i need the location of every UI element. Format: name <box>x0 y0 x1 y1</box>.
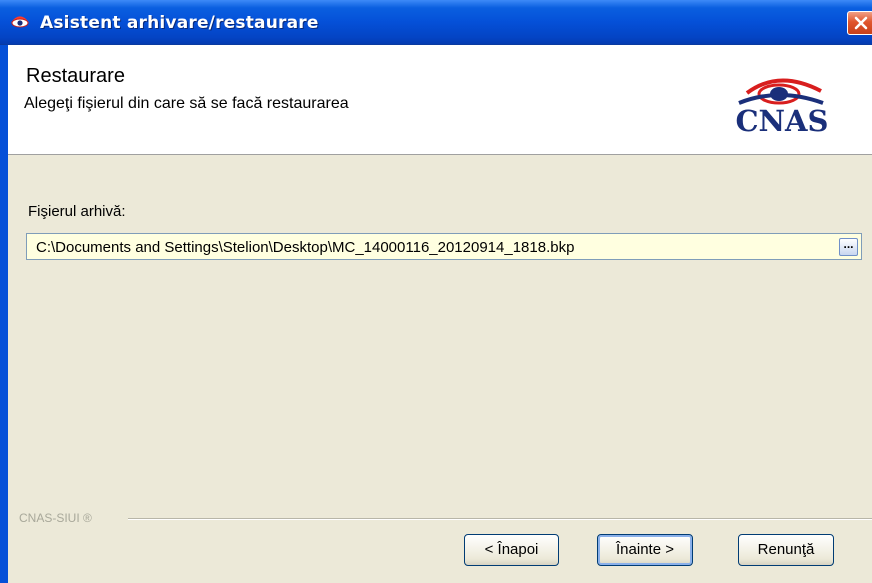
archive-path-value[interactable]: C:\Documents and Settings\Stelion\Deskto… <box>36 239 574 256</box>
wizard-header: Restaurare Alegeţi fişierul din care să … <box>0 45 872 155</box>
close-icon <box>854 16 868 30</box>
next-button[interactable]: Înainte > <box>597 534 693 566</box>
page-title: Restaurare <box>26 65 125 87</box>
footer-brand: CNAS-SIUI ® <box>19 511 92 525</box>
archive-file-label: Fişierul arhivă: <box>28 203 126 220</box>
archive-path-input[interactable]: C:\Documents and Settings\Stelion\Deskto… <box>26 233 862 260</box>
app-icon <box>11 16 29 28</box>
logo-text: CNAS <box>735 104 828 137</box>
close-button[interactable] <box>847 11 872 35</box>
title-bar[interactable]: Asistent arhivare/restaurare <box>0 0 872 45</box>
cnas-logo: CNAS <box>735 78 829 137</box>
page-subtitle: Alegeţi fişierul din care să se facă res… <box>24 95 349 112</box>
cancel-button[interactable]: Renunţă <box>738 534 834 566</box>
footer-separator <box>128 518 872 520</box>
window-title: Asistent arhivare/restaurare <box>40 13 319 33</box>
back-button[interactable]: < Înapoi <box>464 534 559 566</box>
window-border <box>0 45 8 583</box>
restore-wizard-window: Asistent arhivare/restaurare Restaurare … <box>0 0 872 583</box>
browse-button[interactable]: ... <box>839 238 858 256</box>
